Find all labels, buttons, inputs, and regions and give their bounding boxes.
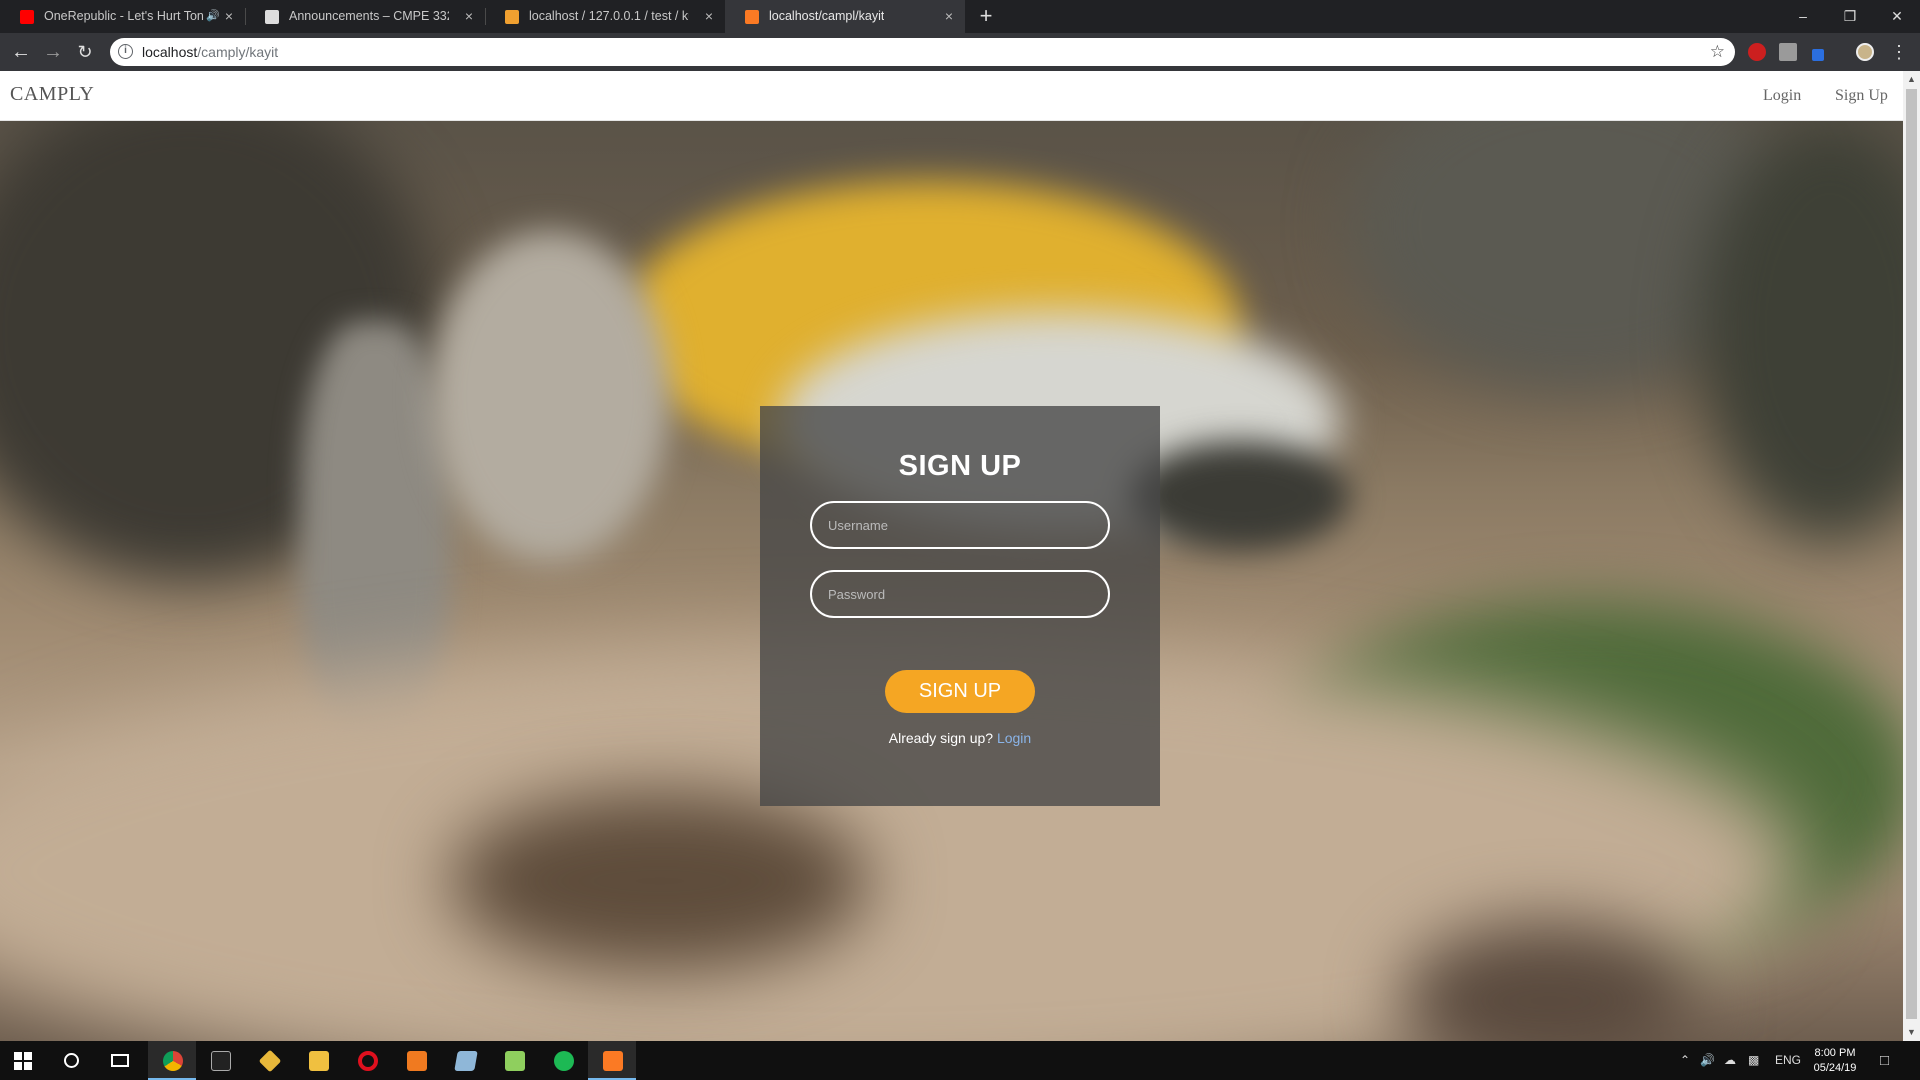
close-icon[interactable]: × <box>945 0 953 33</box>
tab-title: OneRepublic - Let's Hurt Ton <box>44 9 204 23</box>
url-path: /camply/kayit <box>197 44 279 60</box>
tent-shape <box>1130 441 1350 551</box>
bookmark-star-icon[interactable]: ☆ <box>1710 38 1725 66</box>
start-pane <box>14 1062 22 1070</box>
notepad-taskbar-icon[interactable] <box>490 1041 538 1080</box>
back-arrow-icon[interactable]: ← <box>6 33 36 71</box>
sublime-logo <box>407 1051 427 1071</box>
clock-date: 05/24/19 <box>1813 1062 1857 1074</box>
sublime-taskbar-icon[interactable] <box>392 1041 440 1080</box>
xampp-taskbar-icon[interactable] <box>588 1041 636 1080</box>
site-info-icon[interactable]: i <box>118 44 133 59</box>
url-host: localhost <box>142 44 198 60</box>
branch-shape <box>430 231 670 561</box>
start-pane <box>24 1052 32 1060</box>
close-icon[interactable]: × <box>225 0 233 33</box>
git-taskbar-icon[interactable] <box>245 1041 293 1080</box>
tab-title: localhost/campl/kayit <box>769 9 885 23</box>
form-login-link[interactable]: Login <box>997 730 1031 746</box>
menu-kebab-icon[interactable]: ⋮ <box>1890 33 1908 71</box>
notes-taskbar-icon[interactable] <box>441 1041 489 1080</box>
signup-submit-button[interactable]: SIGN UP <box>885 670 1035 713</box>
start-pane <box>24 1062 32 1070</box>
extension-badge-icon[interactable] <box>1812 49 1824 61</box>
windows-taskbar: ⌃ 🔊 ☁ ▩ ENG 8:00 PM 05/24/19 □ <box>0 1041 1920 1080</box>
already-label: Already sign up? <box>888 730 994 746</box>
browser-tab-strip: OneRepublic - Let's Hurt Ton 🔊 × Announc… <box>0 0 1920 33</box>
task-view-frame <box>111 1054 129 1067</box>
username-input[interactable] <box>810 501 1110 549</box>
xampp-logo <box>603 1051 623 1071</box>
chrome-taskbar-icon[interactable] <box>148 1041 196 1080</box>
opera-logo <box>358 1051 378 1071</box>
phpmyadmin-icon <box>505 10 519 24</box>
minimize-icon[interactable]: – <box>1780 0 1826 33</box>
window-close-icon[interactable]: ✕ <box>1874 0 1920 33</box>
speaker-icon[interactable]: 🔊 <box>206 0 220 33</box>
search-circle <box>64 1053 79 1068</box>
page-scrollbar[interactable]: ▲ ▼ <box>1903 71 1920 1041</box>
close-icon[interactable]: × <box>465 0 473 33</box>
xampp-icon <box>745 10 759 24</box>
tray-chevron-up-icon[interactable]: ⌃ <box>1680 1041 1690 1080</box>
tab-camply-kayit[interactable]: localhost/campl/kayit × <box>725 0 965 33</box>
password-input[interactable] <box>810 570 1110 618</box>
tab-announcements[interactable]: Announcements – CMPE 332.01 × <box>245 0 485 33</box>
scroll-up-icon[interactable]: ▲ <box>1903 71 1920 88</box>
task-view-icon[interactable] <box>96 1041 144 1080</box>
volume-icon[interactable]: 🔊 <box>1700 1041 1715 1080</box>
signup-form-card: SIGN UP SIGN UP Already sign up? Login <box>760 406 1160 806</box>
already-signed-up-text: Already sign up? Login <box>760 730 1160 746</box>
restore-icon[interactable]: ❐ <box>1827 0 1873 33</box>
tab-title: Announcements – CMPE 332.01 <box>289 9 449 23</box>
new-tab-button[interactable]: + <box>972 0 1000 33</box>
onedrive-icon[interactable]: ☁ <box>1724 1041 1736 1080</box>
start-pane <box>14 1052 22 1060</box>
notepad-logo <box>505 1051 525 1071</box>
forward-arrow-icon[interactable]: → <box>38 33 68 71</box>
reload-icon[interactable]: ↻ <box>70 33 100 71</box>
drive-extension-icon[interactable] <box>1779 43 1797 61</box>
folder-logo <box>309 1051 329 1071</box>
tab-onerepublic[interactable]: OneRepublic - Let's Hurt Ton 🔊 × <box>0 0 245 33</box>
tab-title: localhost / 127.0.0.1 / test / kulla <box>529 9 689 23</box>
clock-time: 8:00 PM <box>1814 1047 1856 1059</box>
terminal-logo <box>211 1051 231 1071</box>
windows-start-icon[interactable] <box>0 1041 48 1080</box>
git-logo <box>258 1049 282 1073</box>
scrollbar-thumb[interactable] <box>1906 89 1917 1019</box>
site-brand-logo[interactable]: CAMPLY <box>10 71 94 117</box>
opera-taskbar-icon[interactable] <box>343 1041 391 1080</box>
blackboard-icon <box>265 10 279 24</box>
site-navbar: CAMPLY Login Sign Up <box>0 71 1903 121</box>
address-bar[interactable]: i localhost/camply/kayit ☆ <box>110 38 1735 66</box>
browser-toolbar: ← → ↻ i localhost/camply/kayit ☆ ⋮ <box>0 33 1920 71</box>
file-explorer-taskbar-icon[interactable] <box>294 1041 342 1080</box>
spotify-logo <box>554 1051 574 1071</box>
search-icon[interactable] <box>48 1041 96 1080</box>
form-title: SIGN UP <box>898 450 1022 482</box>
profile-avatar-icon[interactable] <box>1856 43 1874 61</box>
spotify-taskbar-icon[interactable] <box>539 1041 587 1080</box>
tab-phpmyadmin[interactable]: localhost / 127.0.0.1 / test / kulla × <box>485 0 725 33</box>
network-icon[interactable]: ▩ <box>1748 1041 1759 1080</box>
extension-icon[interactable] <box>1748 43 1766 61</box>
terminal-taskbar-icon[interactable] <box>196 1041 244 1080</box>
notes-logo <box>454 1051 478 1071</box>
log-shape <box>450 791 870 971</box>
page-viewport: CAMPLY Login Sign Up SIGN UP SIGN UP Alr… <box>0 71 1920 1041</box>
address-url[interactable]: localhost/camply/kayit <box>142 38 278 66</box>
youtube-icon <box>20 10 34 24</box>
nav-signup-link[interactable]: Sign Up <box>1835 71 1888 121</box>
notifications-icon[interactable]: □ <box>1880 1041 1889 1080</box>
language-indicator[interactable]: ENG <box>1775 1041 1801 1080</box>
nav-login-link[interactable]: Login <box>1763 71 1801 121</box>
chrome-logo <box>163 1051 183 1071</box>
scroll-down-icon[interactable]: ▼ <box>1903 1024 1920 1041</box>
close-icon[interactable]: × <box>705 0 713 33</box>
system-clock[interactable]: 8:00 PM 05/24/19 <box>1800 1046 1870 1076</box>
